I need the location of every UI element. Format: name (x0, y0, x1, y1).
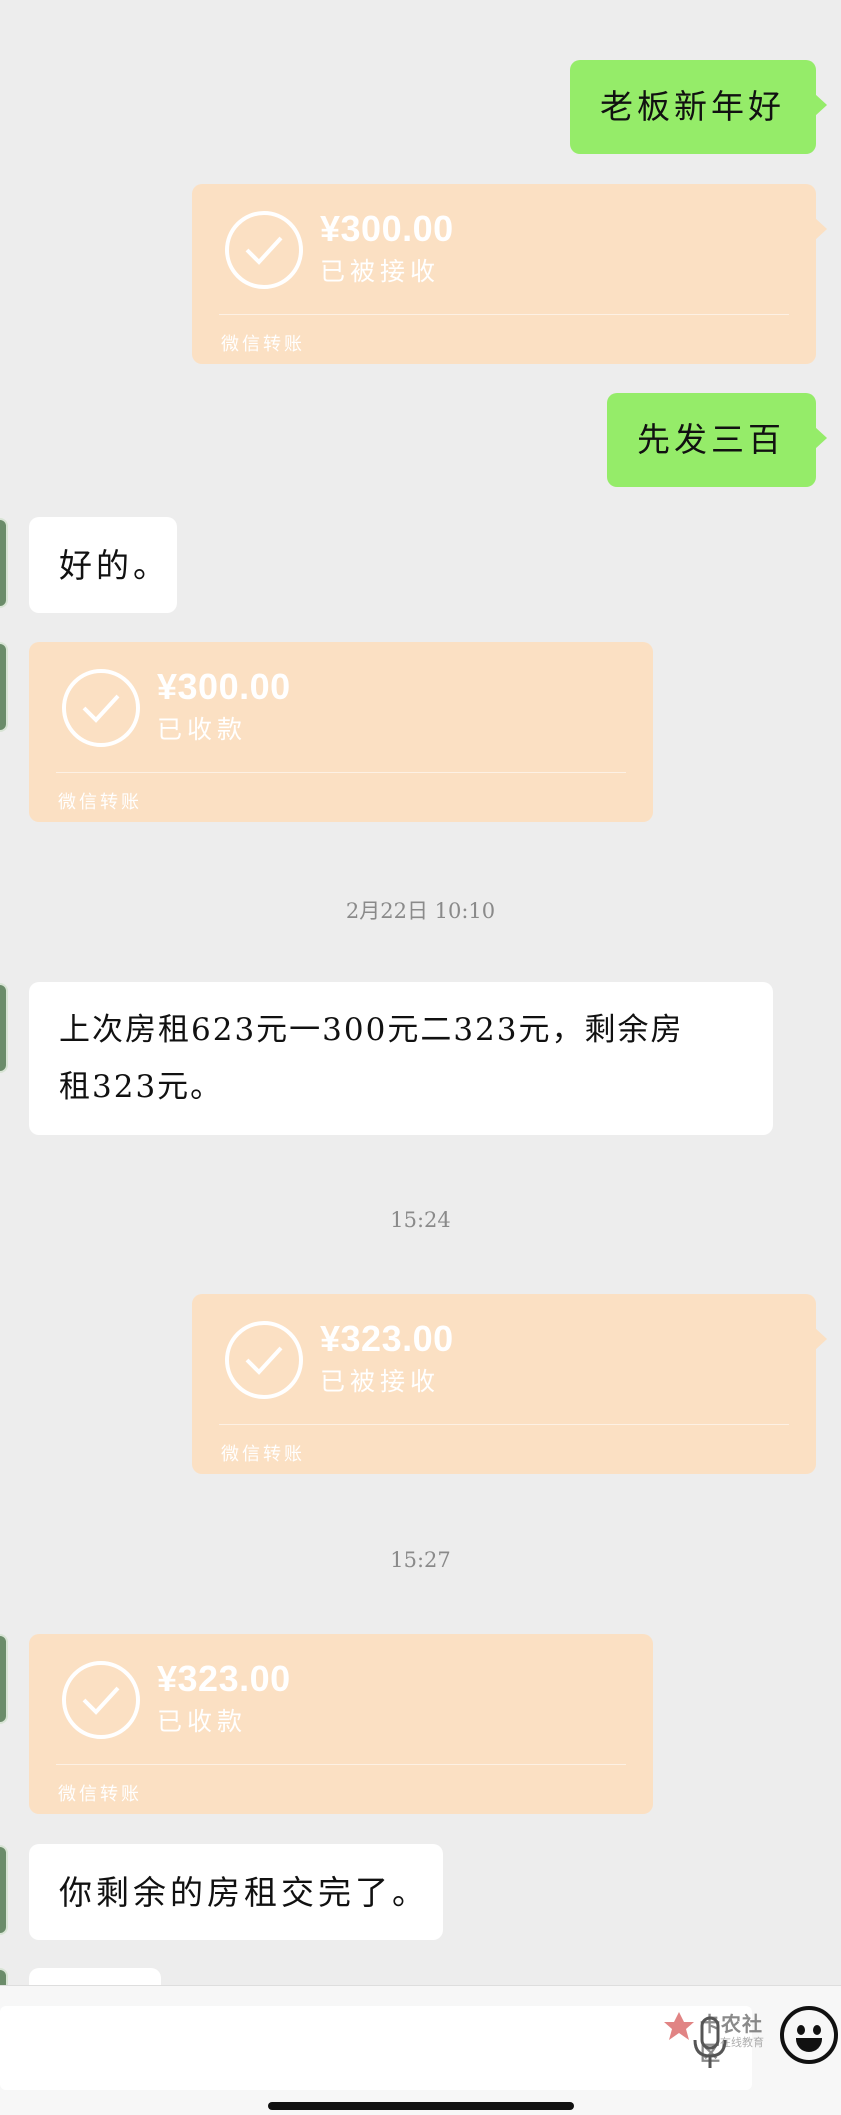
avatar[interactable] (0, 1634, 8, 1724)
transfer-card-received[interactable]: ¥323.00 已收款 微信转账 (29, 1634, 653, 1814)
avatar[interactable] (0, 983, 8, 1073)
eye (813, 2025, 821, 2035)
sent-message-bubble[interactable]: 先发三百 (607, 393, 827, 487)
message-text: 你剩余的房租交完了。 (59, 1873, 429, 1912)
transfer-status: 已收款 (157, 715, 248, 744)
microphone-icon[interactable] (690, 2016, 730, 2072)
transfer-status: 已被接收 (320, 1367, 441, 1396)
received-message-bubble[interactable]: 你剩余的房租交完了。 (29, 1844, 443, 1940)
check-circle-icon (62, 669, 140, 747)
divider (219, 1424, 789, 1425)
message-text-line-1: 上次房租623元一300元二323元，剩余房 (59, 1012, 684, 1048)
message-text-line-2: 租323元。 (59, 1069, 224, 1105)
transfer-card-received[interactable]: ¥300.00 已收款 微信转账 (29, 642, 653, 822)
avatar[interactable] (0, 1845, 8, 1935)
message-text: 先发三百 (637, 420, 785, 459)
transfer-status: 已被接收 (320, 257, 441, 286)
transfer-footer-label: 微信转账 (221, 1444, 305, 1465)
transfer-status: 已收款 (157, 1707, 248, 1736)
transfer-amount: ¥300.00 (320, 208, 454, 249)
transfer-amount: ¥323.00 (157, 1658, 291, 1699)
chat-area[interactable]: 老板新年好 ¥300.00 已被接收 微信转账 先发三百 好的。 ¥300.00… (0, 0, 841, 1985)
sent-message-bubble[interactable]: 老板新年好 (570, 60, 827, 154)
eye (797, 2025, 805, 2035)
message-input[interactable] (0, 2006, 752, 2090)
transfer-card-sent[interactable]: ¥300.00 已被接收 微信转账 (192, 184, 827, 364)
home-indicator[interactable] (268, 2102, 574, 2110)
message-text: 老板新年好 (600, 87, 785, 126)
check-circle-icon (62, 1661, 140, 1739)
avatar[interactable] (0, 1968, 8, 1985)
transfer-footer-label: 微信转账 (221, 334, 305, 355)
mouth (796, 2038, 822, 2052)
transfer-amount: ¥300.00 (157, 666, 291, 707)
input-bar: 卡农社区 在线教育 (0, 1985, 841, 2115)
received-message-bubble[interactable]: 好的。 (29, 517, 177, 613)
avatar[interactable] (0, 642, 8, 732)
check-circle-icon (225, 1321, 303, 1399)
transfer-footer-label: 微信转账 (58, 1784, 142, 1805)
check-circle-icon (225, 211, 303, 289)
timestamp: 15:27 (390, 1548, 451, 1572)
timestamp: 15:24 (390, 1208, 451, 1232)
smiley-face-icon[interactable] (780, 2006, 838, 2064)
transfer-footer-label: 微信转账 (58, 792, 142, 813)
received-message-bubble-partial[interactable] (29, 1968, 161, 1985)
avatar[interactable] (0, 518, 8, 608)
divider (56, 772, 626, 773)
transfer-amount: ¥323.00 (320, 1318, 454, 1359)
transfer-card-sent[interactable]: ¥323.00 已被接收 微信转账 (192, 1294, 827, 1474)
divider (219, 314, 789, 315)
message-text: 好的。 (59, 546, 170, 585)
timestamp: 2月22日 10:10 (345, 899, 496, 923)
received-message-bubble[interactable]: 上次房租623元一300元二323元，剩余房 租323元。 (29, 982, 773, 1135)
divider (56, 1764, 626, 1765)
